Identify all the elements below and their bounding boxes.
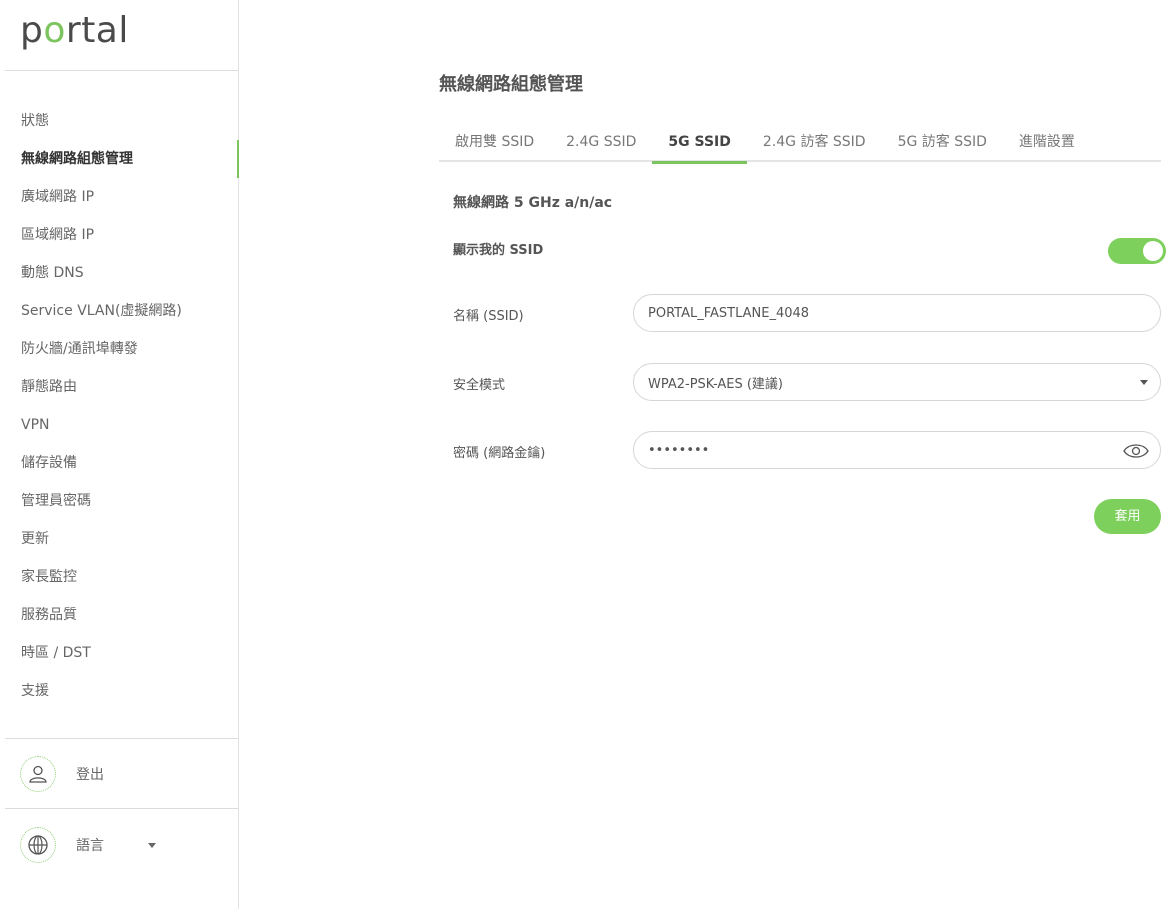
sidebar-item[interactable]: 廣域網路 IP — [0, 178, 238, 216]
tab[interactable]: 啟用雙 SSID — [439, 124, 550, 162]
sidebar-item[interactable]: Service VLAN(虛擬網路) — [0, 292, 238, 330]
show-ssid-label: 顯示我的 SSID — [453, 243, 544, 258]
language-label: 語言 — [76, 838, 104, 854]
eye-icon[interactable] — [1122, 441, 1150, 461]
logout-label: 登出 — [76, 767, 104, 783]
sidebar: portal 狀態 無線網路組態管理 廣域網路 IP 區域網路 IP 動態 DNS Ser… — [0, 0, 239, 909]
sidebar-item[interactable]: 支援 — [0, 672, 238, 710]
security-mode-label: 安全模式 — [453, 378, 506, 393]
tab[interactable]: 5G 訪客 SSID — [882, 124, 1003, 162]
password-field[interactable] — [633, 431, 1161, 469]
sidebar-item[interactable]: 服務品質 — [0, 596, 238, 634]
ssid-input[interactable] — [648, 305, 1108, 321]
language-selector[interactable]: 語言 — [20, 827, 156, 863]
sidebar-item[interactable]: 動態 DNS — [0, 254, 238, 292]
security-mode-select[interactable]: WPA2-PSK-AES (建議) — [633, 363, 1161, 401]
chevron-down-icon — [148, 842, 156, 848]
ssid-label: 名稱 (SSID) — [453, 309, 524, 324]
toggle-knob — [1143, 241, 1163, 261]
sidebar-nav: 狀態 無線網路組態管理 廣域網路 IP 區域網路 IP 動態 DNS Service VL… — [0, 102, 239, 710]
logout-button[interactable]: 登出 — [20, 756, 104, 792]
logo-o: o — [43, 10, 66, 51]
password-label: 密碼 (網路金鑰) — [453, 446, 546, 461]
password-input[interactable] — [648, 442, 1108, 458]
sidebar-item[interactable]: 狀態 — [0, 102, 238, 140]
tab[interactable]: 5G SSID — [652, 124, 748, 164]
chevron-down-icon — [1140, 380, 1148, 385]
user-icon — [20, 756, 56, 792]
sidebar-item[interactable]: 防火牆/通訊埠轉發 — [0, 330, 238, 368]
show-ssid-toggle[interactable] — [1108, 238, 1166, 264]
sidebar-divider — [5, 738, 238, 739]
section-title: 無線網路 5 GHz a/n/ac — [453, 195, 613, 211]
sidebar-item[interactable]: 區域網路 IP — [0, 216, 238, 254]
sidebar-divider — [5, 70, 238, 71]
sidebar-divider — [5, 808, 238, 809]
security-mode-value: WPA2-PSK-AES (建議) — [648, 376, 784, 392]
sidebar-item[interactable]: 時區 / DST — [0, 634, 238, 672]
logo-suffix: rtal — [65, 10, 129, 51]
sidebar-item[interactable]: 家長監控 — [0, 558, 238, 596]
tab-bar: 啟用雙 SSID 2.4G SSID 5G SSID 2.4G 訪客 SSID 5G 訪… — [439, 124, 1161, 164]
logo-prefix: p — [20, 10, 44, 51]
sidebar-item[interactable]: 儲存設備 — [0, 444, 238, 482]
ssid-field[interactable] — [633, 294, 1161, 332]
apply-button[interactable]: 套用 — [1094, 499, 1161, 534]
tab[interactable]: 2.4G SSID — [550, 124, 652, 162]
sidebar-item[interactable]: 更新 — [0, 520, 238, 558]
sidebar-item[interactable]: 管理員密碼 — [0, 482, 238, 520]
tab[interactable]: 2.4G 訪客 SSID — [747, 124, 882, 162]
globe-icon — [20, 827, 56, 863]
sidebar-item[interactable]: VPN — [0, 406, 238, 444]
page-title: 無線網路組態管理 — [439, 74, 583, 95]
sidebar-item[interactable]: 靜態路由 — [0, 368, 238, 406]
sidebar-item[interactable]: 無線網路組態管理 — [0, 140, 239, 178]
portal-logo[interactable]: portal — [20, 10, 130, 52]
tab[interactable]: 進階設置 — [1003, 124, 1091, 162]
